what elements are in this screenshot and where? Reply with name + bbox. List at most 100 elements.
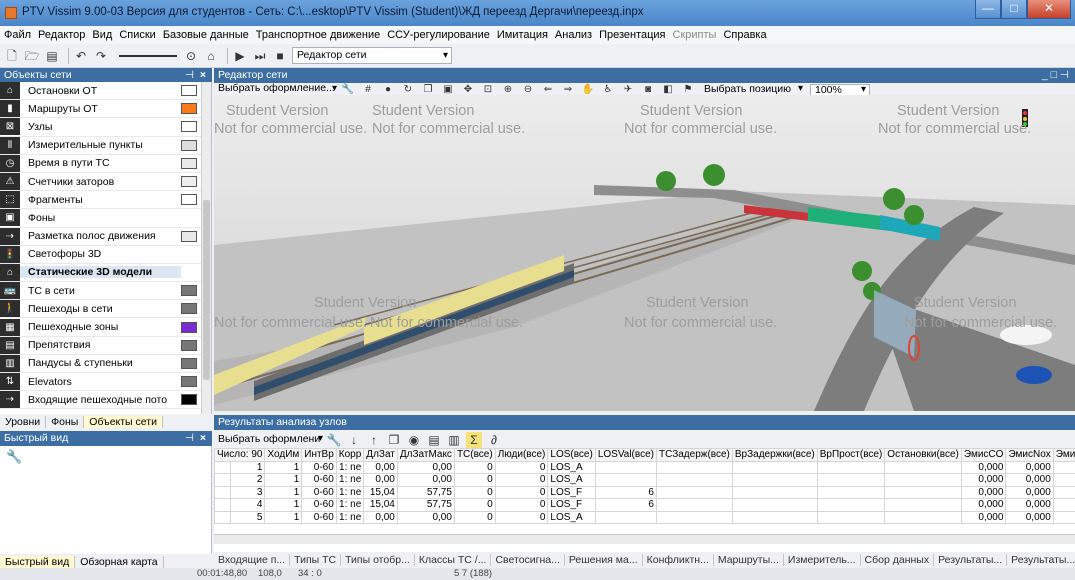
style-swatch[interactable]	[181, 85, 197, 97]
minimize-button[interactable]: —	[975, 0, 1001, 19]
column-header[interactable]: Число: 90	[214, 448, 266, 462]
clipboard-icon[interactable]: ▣	[440, 84, 456, 96]
table-row[interactable]: 510-601: ne0,000,0000LOS_A0,0000,0000,00…	[214, 510, 1075, 524]
back-icon[interactable]: ⇐	[540, 84, 556, 96]
network-object-row[interactable]: ▥ Пандусы & ступеньки	[0, 354, 211, 373]
pin-icon[interactable]: ⊣	[185, 431, 194, 446]
tab-quick-view[interactable]: Быстрый вид	[0, 556, 76, 568]
menu-signal-control[interactable]: ССУ-регулирование	[387, 29, 490, 41]
menu-lists[interactable]: Списки	[119, 29, 156, 41]
menu-help[interactable]: Справка	[723, 29, 766, 41]
bottom-tab[interactable]: Типы отобр...	[341, 554, 415, 566]
network-object-row[interactable]: ⚠ Счетчики заторов	[0, 173, 211, 192]
copy-icon[interactable]: ❐	[420, 84, 436, 96]
style-swatch[interactable]	[181, 357, 197, 369]
table-row[interactable]: 310-601: ne15,0457,7500LOS_F60,0000,0000…	[214, 485, 1075, 499]
column-header[interactable]: ТС(все)	[453, 448, 496, 462]
column-header[interactable]: ИнтВр	[301, 448, 337, 462]
network-object-row[interactable]: ▦ Пешеходные зоны	[0, 318, 211, 337]
network-object-row[interactable]: 🚌 ТС в сети	[0, 282, 211, 301]
copy-icon[interactable]: ❐	[386, 432, 402, 448]
network-object-row[interactable]: ⇢ Входящие пешеходные пото	[0, 391, 211, 410]
network-object-row[interactable]: ◷ Время в пути ТС	[0, 154, 211, 173]
network-object-row[interactable]: ⫴ Измерительные пункты	[0, 136, 211, 155]
home-icon[interactable]: ⌂	[203, 48, 219, 64]
results-style-select[interactable]: Выбрать оформлени	[214, 433, 326, 447]
zoom-select[interactable]: 100%	[810, 83, 870, 96]
network-object-row[interactable]: ⌂ Остановки ОТ	[0, 82, 211, 101]
style-swatch[interactable]	[181, 230, 197, 242]
formula-icon[interactable]: ∂	[486, 432, 502, 448]
bottom-tab[interactable]: Типы ТС	[290, 554, 342, 566]
column-header[interactable]: Люди(все)	[494, 448, 549, 462]
zoom-out-icon[interactable]: ⊖	[520, 84, 536, 96]
style-swatch[interactable]	[181, 285, 197, 297]
forward-icon[interactable]: ⇒	[560, 84, 576, 96]
bottom-tab[interactable]: Входящие п...	[214, 554, 291, 566]
column-header[interactable]: ТСЗадерж(все)	[655, 448, 733, 462]
grid-icon[interactable]: #	[360, 84, 376, 96]
column-header[interactable]: ДлЗатМакс	[396, 448, 455, 462]
column-header[interactable]: ВрПрост(все)	[816, 448, 886, 462]
camera-position-icon[interactable]: ⚑	[680, 84, 696, 96]
bottom-tab[interactable]: Классы ТС /...	[415, 554, 492, 566]
column-header[interactable]: Корр	[335, 448, 365, 462]
save-as-icon[interactable]: ▥	[446, 432, 462, 448]
menu-evaluation[interactable]: Анализ	[555, 29, 592, 41]
table-row[interactable]: 410-601: ne15,0457,7500LOS_F60,0000,0000…	[214, 498, 1075, 512]
network-object-row[interactable]: 🚦 Светофоры 3D	[0, 245, 211, 264]
step-icon[interactable]: ⏭	[252, 48, 268, 64]
sum-icon[interactable]: Σ	[466, 431, 482, 448]
close-panel-icon[interactable]: ×	[200, 68, 206, 83]
column-header[interactable]: ЭмисVOC	[1052, 448, 1075, 462]
sort-descending-icon[interactable]: ↑	[366, 432, 382, 448]
column-header[interactable]: LOSVal(все)	[594, 448, 657, 462]
time-slider[interactable]	[119, 54, 177, 57]
play-icon[interactable]: ▶	[232, 48, 248, 64]
style-swatch[interactable]	[181, 339, 197, 351]
menu-file[interactable]: Файл	[4, 29, 31, 41]
menu-presentation[interactable]: Презентация	[599, 29, 665, 41]
network-object-row[interactable]: ⇅ Elevators	[0, 373, 211, 392]
hand-icon[interactable]: ✋	[580, 84, 596, 96]
table-row[interactable]: 210-601: ne0,000,0000LOS_A0,0000,0000,00…	[214, 473, 1075, 487]
undo-icon[interactable]: ↶	[73, 48, 89, 64]
fly-icon[interactable]: ✈	[620, 84, 636, 96]
style-swatch[interactable]	[181, 303, 197, 315]
editor-window-controls[interactable]: _ □ ⊣	[1042, 68, 1069, 83]
save-icon[interactable]: ▤	[426, 432, 442, 448]
style-swatch[interactable]	[181, 321, 197, 333]
database-icon[interactable]: ◉	[406, 432, 422, 448]
tab-network-objects[interactable]: Объекты сети	[84, 416, 163, 428]
bottom-tab[interactable]: Маршруты...	[714, 554, 784, 566]
close-button[interactable]: ✕	[1027, 0, 1071, 19]
camera-position-select[interactable]: Выбрать позицию кал	[700, 83, 806, 104]
table-row[interactable]: 110-601: ne0,000,0000LOS_A0,0000,0000,00…	[214, 460, 1075, 474]
tab-levels[interactable]: Уровни	[0, 416, 47, 428]
wrench-icon[interactable]: 🔧	[326, 432, 342, 448]
network-object-row[interactable]: ▤ Препятствия	[0, 336, 211, 355]
column-header[interactable]: ЭмисNox	[1005, 448, 1054, 462]
style-swatch[interactable]	[181, 394, 197, 406]
style-swatch[interactable]	[181, 176, 197, 188]
zoom-region-icon[interactable]: ⊡	[480, 84, 496, 96]
column-header[interactable]: Остановки(все)	[884, 448, 962, 462]
network-object-row[interactable]: ⊠ Узлы	[0, 118, 211, 137]
style-swatch[interactable]	[181, 121, 197, 133]
network-object-row[interactable]: ▣ Фоны	[0, 209, 211, 228]
pin-icon[interactable]: ⊣	[185, 68, 194, 83]
center-icon[interactable]: ⊙	[183, 48, 199, 64]
wrench-icon[interactable]: 🔧	[340, 84, 356, 96]
column-header[interactable]: ВрЗадержки(все)	[731, 448, 818, 462]
open-folder-icon[interactable]: 🗁	[24, 48, 40, 64]
tab-backgrounds[interactable]: Фоны	[46, 416, 85, 428]
bottom-tab[interactable]: Результаты...	[934, 554, 1008, 566]
save-icon[interactable]: ▤	[44, 48, 60, 64]
bottom-tab[interactable]: Решения ма...	[565, 554, 643, 566]
bottom-tab[interactable]: Измеритель...	[784, 554, 861, 566]
wrench-icon[interactable]: 🔧	[6, 449, 22, 465]
camera-icon[interactable]: ◙	[640, 84, 656, 96]
pan-icon[interactable]: ✥	[460, 84, 476, 96]
stop-icon[interactable]: ■	[272, 48, 288, 64]
redo-icon[interactable]: ↷	[93, 48, 109, 64]
